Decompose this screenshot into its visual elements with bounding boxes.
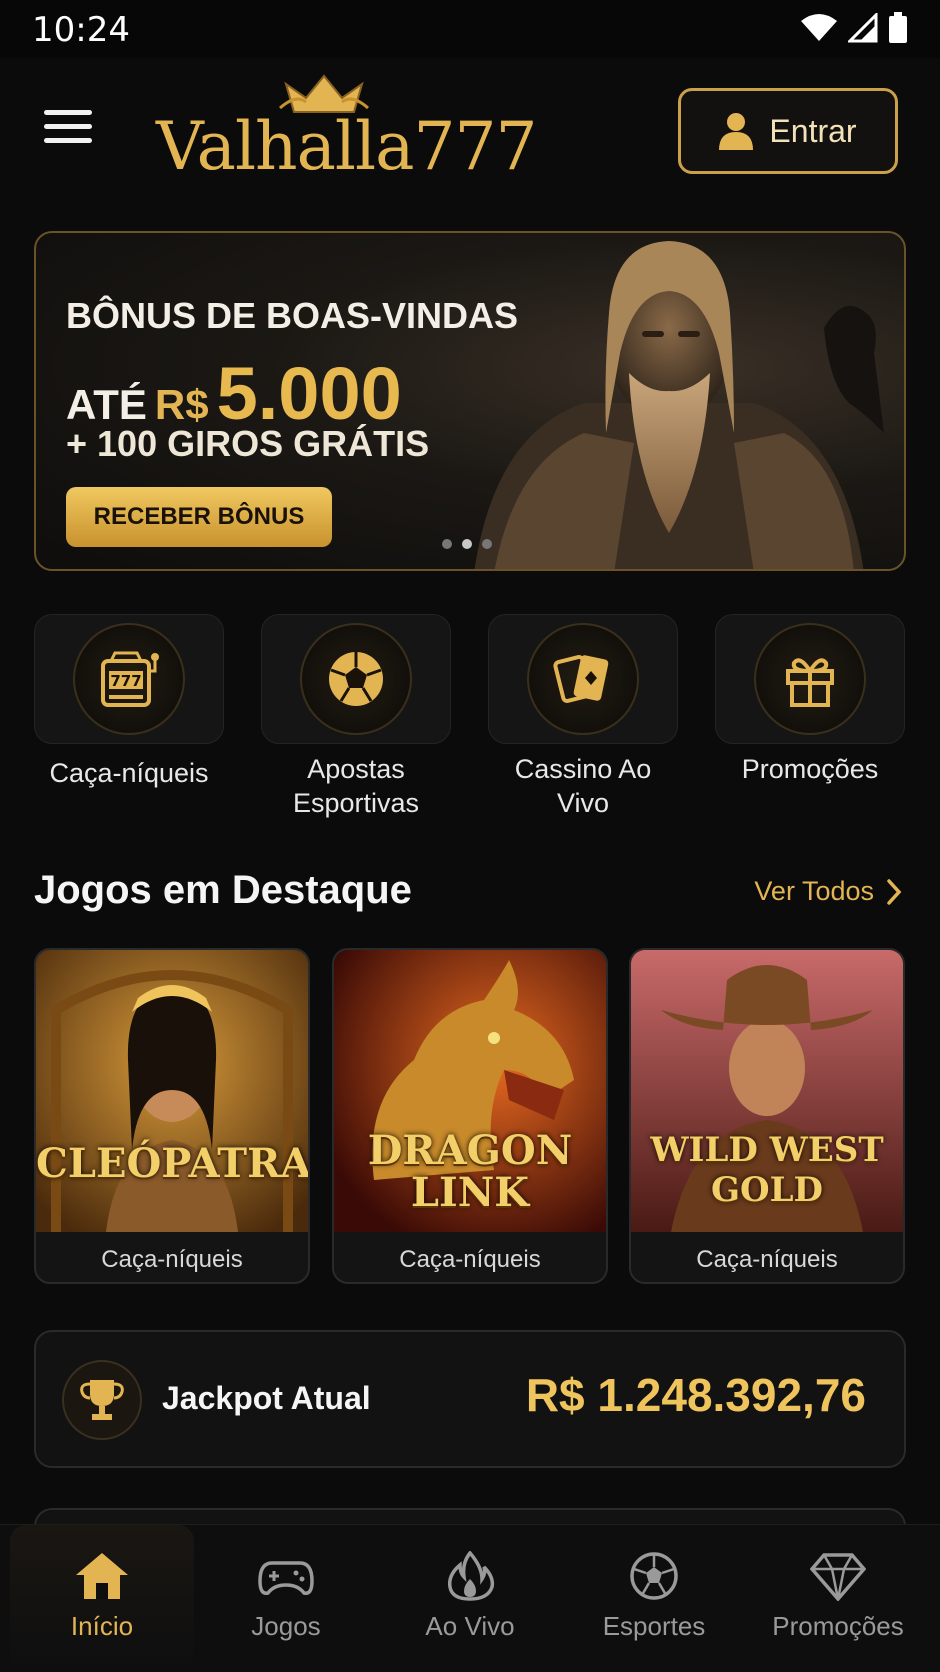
gift-icon bbox=[786, 658, 834, 707]
game-category: Caça-níqueis bbox=[696, 1246, 838, 1273]
jackpot-card[interactable]: Jackpot Atual R$ 1.248.392,76 bbox=[34, 1330, 906, 1468]
carousel-dot[interactable] bbox=[482, 539, 492, 549]
playing-cards-icon bbox=[553, 655, 609, 703]
slot-machine-icon: 777 bbox=[101, 651, 159, 707]
login-label: Entrar bbox=[769, 112, 857, 149]
status-time: 10:24 bbox=[32, 10, 130, 50]
category-promotions[interactable]: Promoções bbox=[715, 614, 905, 786]
category-label: Apostas Esportivas bbox=[292, 754, 420, 818]
receive-bonus-button[interactable]: RECEBER BÔNUS bbox=[66, 487, 332, 547]
diamond-icon bbox=[810, 1553, 866, 1601]
status-icons bbox=[800, 12, 908, 44]
nav-promotions[interactable]: Promoções bbox=[746, 1525, 930, 1672]
banner-prefix: ATÉ bbox=[66, 381, 147, 428]
category-label: Caça-níqueis bbox=[49, 758, 209, 788]
nav-label: Esportes bbox=[602, 1611, 706, 1641]
category-label: Promoções bbox=[741, 754, 879, 784]
wifi-icon bbox=[801, 14, 837, 41]
logo[interactable]: Valhalla777 bbox=[156, 72, 537, 185]
game-title: CLEÓPATRA bbox=[36, 1140, 310, 1187]
game-card-wild-west-gold[interactable]: WILD WEST GOLD Caça-níqueis bbox=[629, 948, 905, 1284]
trophy-icon bbox=[80, 1380, 124, 1420]
menu-button[interactable] bbox=[44, 110, 92, 150]
featured-games-title: Jogos em Destaque bbox=[34, 868, 412, 912]
soccer-ball-icon bbox=[329, 652, 383, 706]
category-live-casino[interactable]: Cassino Ao Vivo bbox=[488, 614, 678, 820]
banner-currency: R$ bbox=[154, 381, 209, 428]
home-icon bbox=[76, 1553, 128, 1599]
soccer-ball-icon bbox=[630, 1552, 678, 1600]
game-title: DRAGON LINK bbox=[367, 1127, 573, 1216]
game-card-cleopatra[interactable]: CLEÓPATRA Caça-níqueis bbox=[34, 948, 310, 1284]
nav-games[interactable]: Jogos bbox=[194, 1525, 378, 1672]
nav-live[interactable]: Ao Vivo bbox=[378, 1525, 562, 1672]
game-card-dragon-link[interactable]: DRAGON LINK Caça-níqueis bbox=[332, 948, 608, 1284]
nav-label: Início bbox=[70, 1611, 134, 1641]
carousel-dot-active[interactable] bbox=[462, 539, 472, 549]
bottom-navigation: Início Jogos Ao Vivo Esportes Promoções bbox=[0, 1524, 940, 1672]
gamepad-icon bbox=[258, 1561, 314, 1595]
battery-icon bbox=[889, 12, 907, 43]
category-label: Cassino Ao Vivo bbox=[514, 754, 652, 818]
chevron-right-icon bbox=[887, 878, 902, 905]
category-slots[interactable]: 777 Caça-níqueis bbox=[34, 614, 224, 790]
game-category: Caça-níqueis bbox=[399, 1246, 541, 1273]
category-sports-betting[interactable]: Apostas Esportivas bbox=[261, 614, 451, 820]
nav-label: Jogos bbox=[251, 1611, 321, 1641]
logo-text: Valhalla777 bbox=[156, 108, 537, 185]
svg-text:777: 777 bbox=[110, 672, 141, 690]
see-all-link[interactable]: Ver Todos bbox=[754, 876, 902, 907]
user-icon bbox=[719, 113, 754, 150]
carousel-dot[interactable] bbox=[442, 539, 452, 549]
carousel-dots bbox=[442, 539, 492, 549]
jackpot-label: Jackpot Atual bbox=[162, 1380, 371, 1416]
menu-icon bbox=[44, 110, 92, 115]
banner-headline: BÔNUS DE BOAS-VINDAS bbox=[66, 295, 519, 336]
nav-label: Ao Vivo bbox=[425, 1611, 515, 1641]
cleopatra-artwork bbox=[36, 950, 308, 1232]
login-button[interactable]: Entrar bbox=[678, 88, 898, 174]
see-all-label: Ver Todos bbox=[754, 876, 874, 906]
jackpot-value: R$ 1.248.392,76 bbox=[525, 1369, 866, 1421]
signal-icon bbox=[848, 13, 878, 43]
game-category: Caça-níqueis bbox=[101, 1246, 243, 1273]
category-row: 777 Caça-níqueis Apostas Esportivas Cass… bbox=[34, 614, 906, 834]
nav-label: Promoções bbox=[772, 1611, 904, 1641]
viking-illustration bbox=[474, 241, 884, 569]
app-header: Valhalla777 Entrar bbox=[0, 58, 940, 198]
status-bar: 10:24 bbox=[0, 0, 940, 58]
game-title: WILD WEST GOLD bbox=[650, 1130, 884, 1210]
flame-icon bbox=[447, 1551, 495, 1601]
banner-subline: + 100 GIROS GRÁTIS bbox=[66, 423, 430, 464]
nav-sports[interactable]: Esportes bbox=[562, 1525, 746, 1672]
nav-home[interactable]: Início bbox=[10, 1525, 194, 1672]
promo-banner[interactable]: BÔNUS DE BOAS-VINDAS ATÉ R$ 5.000 + 100 … bbox=[34, 231, 906, 571]
